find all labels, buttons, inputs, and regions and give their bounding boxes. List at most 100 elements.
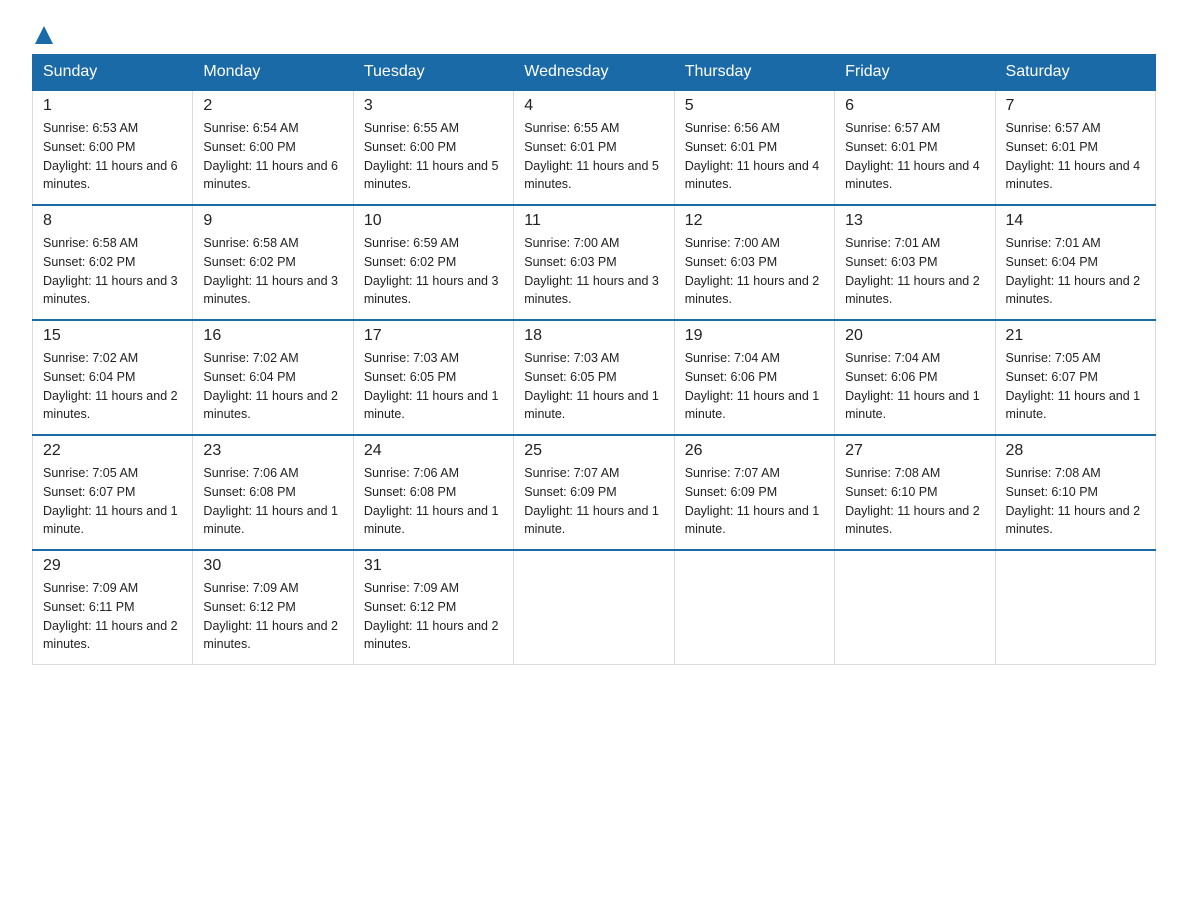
calendar-cell: 5 Sunrise: 6:56 AMSunset: 6:01 PMDaylight…: [674, 90, 834, 205]
calendar-cell: 25 Sunrise: 7:07 AMSunset: 6:09 PMDayligh…: [514, 435, 674, 550]
day-info: Sunrise: 7:08 AMSunset: 6:10 PMDaylight:…: [845, 464, 984, 539]
day-number: 17: [364, 327, 503, 345]
day-number: 13: [845, 212, 984, 230]
day-info: Sunrise: 7:06 AMSunset: 6:08 PMDaylight:…: [203, 464, 342, 539]
day-info: Sunrise: 6:58 AMSunset: 6:02 PMDaylight:…: [43, 234, 182, 309]
calendar-cell: 27 Sunrise: 7:08 AMSunset: 6:10 PMDayligh…: [835, 435, 995, 550]
day-number: 2: [203, 97, 342, 115]
calendar-cell: 6 Sunrise: 6:57 AMSunset: 6:01 PMDaylight…: [835, 90, 995, 205]
day-info: Sunrise: 7:01 AMSunset: 6:03 PMDaylight:…: [845, 234, 984, 309]
calendar-cell: 3 Sunrise: 6:55 AMSunset: 6:00 PMDaylight…: [353, 90, 513, 205]
calendar-cell: 19 Sunrise: 7:04 AMSunset: 6:06 PMDayligh…: [674, 320, 834, 435]
day-number: 16: [203, 327, 342, 345]
day-info: Sunrise: 6:54 AMSunset: 6:00 PMDaylight:…: [203, 119, 342, 194]
weekday-header-thursday: Thursday: [674, 55, 834, 91]
weekday-header-monday: Monday: [193, 55, 353, 91]
calendar-week-row: 22 Sunrise: 7:05 AMSunset: 6:07 PMDayligh…: [33, 435, 1156, 550]
calendar-cell: 1 Sunrise: 6:53 AMSunset: 6:00 PMDaylight…: [33, 90, 193, 205]
day-number: 28: [1006, 442, 1145, 460]
day-number: 27: [845, 442, 984, 460]
calendar-cell: [835, 550, 995, 665]
calendar-cell: 17 Sunrise: 7:03 AMSunset: 6:05 PMDayligh…: [353, 320, 513, 435]
calendar-cell: 22 Sunrise: 7:05 AMSunset: 6:07 PMDayligh…: [33, 435, 193, 550]
day-info: Sunrise: 7:04 AMSunset: 6:06 PMDaylight:…: [845, 349, 984, 424]
calendar-cell: 14 Sunrise: 7:01 AMSunset: 6:04 PMDayligh…: [995, 205, 1155, 320]
calendar-cell: 4 Sunrise: 6:55 AMSunset: 6:01 PMDaylight…: [514, 90, 674, 205]
day-info: Sunrise: 6:53 AMSunset: 6:00 PMDaylight:…: [43, 119, 182, 194]
day-number: 19: [685, 327, 824, 345]
day-number: 18: [524, 327, 663, 345]
day-info: Sunrise: 6:55 AMSunset: 6:01 PMDaylight:…: [524, 119, 663, 194]
day-info: Sunrise: 6:59 AMSunset: 6:02 PMDaylight:…: [364, 234, 503, 309]
day-info: Sunrise: 6:58 AMSunset: 6:02 PMDaylight:…: [203, 234, 342, 309]
calendar-cell: 13 Sunrise: 7:01 AMSunset: 6:03 PMDayligh…: [835, 205, 995, 320]
calendar-cell: [514, 550, 674, 665]
calendar-cell: 31 Sunrise: 7:09 AMSunset: 6:12 PMDayligh…: [353, 550, 513, 665]
day-info: Sunrise: 7:03 AMSunset: 6:05 PMDaylight:…: [364, 349, 503, 424]
day-number: 23: [203, 442, 342, 460]
day-number: 9: [203, 212, 342, 230]
calendar-cell: 18 Sunrise: 7:03 AMSunset: 6:05 PMDayligh…: [514, 320, 674, 435]
day-number: 31: [364, 557, 503, 575]
day-number: 21: [1006, 327, 1145, 345]
day-number: 15: [43, 327, 182, 345]
day-info: Sunrise: 6:56 AMSunset: 6:01 PMDaylight:…: [685, 119, 824, 194]
day-info: Sunrise: 7:08 AMSunset: 6:10 PMDaylight:…: [1006, 464, 1145, 539]
logo: [32, 24, 56, 42]
day-number: 24: [364, 442, 503, 460]
day-info: Sunrise: 7:07 AMSunset: 6:09 PMDaylight:…: [524, 464, 663, 539]
day-info: Sunrise: 7:00 AMSunset: 6:03 PMDaylight:…: [524, 234, 663, 309]
calendar-cell: 20 Sunrise: 7:04 AMSunset: 6:06 PMDayligh…: [835, 320, 995, 435]
calendar-cell: 8 Sunrise: 6:58 AMSunset: 6:02 PMDaylight…: [33, 205, 193, 320]
calendar-cell: [674, 550, 834, 665]
day-number: 8: [43, 212, 182, 230]
calendar-header-row: SundayMondayTuesdayWednesdayThursdayFrid…: [33, 55, 1156, 91]
day-number: 11: [524, 212, 663, 230]
calendar-cell: 11 Sunrise: 7:00 AMSunset: 6:03 PMDayligh…: [514, 205, 674, 320]
day-number: 22: [43, 442, 182, 460]
day-number: 4: [524, 97, 663, 115]
day-info: Sunrise: 6:55 AMSunset: 6:00 PMDaylight:…: [364, 119, 503, 194]
day-info: Sunrise: 7:09 AMSunset: 6:11 PMDaylight:…: [43, 579, 182, 654]
calendar-cell: 9 Sunrise: 6:58 AMSunset: 6:02 PMDaylight…: [193, 205, 353, 320]
calendar-cell: 29Sunrise: 7:09 AMSunset: 6:11 PMDayligh…: [33, 550, 193, 665]
calendar-week-row: 29Sunrise: 7:09 AMSunset: 6:11 PMDayligh…: [33, 550, 1156, 665]
day-info: Sunrise: 7:01 AMSunset: 6:04 PMDaylight:…: [1006, 234, 1145, 309]
day-info: Sunrise: 7:00 AMSunset: 6:03 PMDaylight:…: [685, 234, 824, 309]
calendar-table: SundayMondayTuesdayWednesdayThursdayFrid…: [32, 54, 1156, 665]
day-number: 6: [845, 97, 984, 115]
day-info: Sunrise: 7:09 AMSunset: 6:12 PMDaylight:…: [364, 579, 503, 654]
day-info: Sunrise: 7:07 AMSunset: 6:09 PMDaylight:…: [685, 464, 824, 539]
calendar-cell: [995, 550, 1155, 665]
calendar-cell: 16Sunrise: 7:02 AMSunset: 6:04 PMDayligh…: [193, 320, 353, 435]
day-number: 1: [43, 97, 182, 115]
day-info: Sunrise: 6:57 AMSunset: 6:01 PMDaylight:…: [845, 119, 984, 194]
calendar-cell: 2 Sunrise: 6:54 AMSunset: 6:00 PMDaylight…: [193, 90, 353, 205]
page-header: [32, 24, 1156, 42]
day-number: 12: [685, 212, 824, 230]
calendar-cell: 10Sunrise: 6:59 AMSunset: 6:02 PMDayligh…: [353, 205, 513, 320]
day-info: Sunrise: 6:57 AMSunset: 6:01 PMDaylight:…: [1006, 119, 1145, 194]
calendar-cell: 12 Sunrise: 7:00 AMSunset: 6:03 PMDayligh…: [674, 205, 834, 320]
day-number: 30: [203, 557, 342, 575]
day-info: Sunrise: 7:03 AMSunset: 6:05 PMDaylight:…: [524, 349, 663, 424]
day-info: Sunrise: 7:04 AMSunset: 6:06 PMDaylight:…: [685, 349, 824, 424]
calendar-cell: 21Sunrise: 7:05 AMSunset: 6:07 PMDayligh…: [995, 320, 1155, 435]
day-info: Sunrise: 7:06 AMSunset: 6:08 PMDaylight:…: [364, 464, 503, 539]
day-number: 3: [364, 97, 503, 115]
day-number: 25: [524, 442, 663, 460]
logo-arrow-icon: [33, 24, 55, 46]
calendar-week-row: 8 Sunrise: 6:58 AMSunset: 6:02 PMDaylight…: [33, 205, 1156, 320]
day-number: 5: [685, 97, 824, 115]
weekday-header-wednesday: Wednesday: [514, 55, 674, 91]
calendar-week-row: 1 Sunrise: 6:53 AMSunset: 6:00 PMDaylight…: [33, 90, 1156, 205]
weekday-header-saturday: Saturday: [995, 55, 1155, 91]
calendar-cell: 30 Sunrise: 7:09 AMSunset: 6:12 PMDayligh…: [193, 550, 353, 665]
day-number: 20: [845, 327, 984, 345]
day-info: Sunrise: 7:05 AMSunset: 6:07 PMDaylight:…: [43, 464, 182, 539]
day-number: 7: [1006, 97, 1145, 115]
day-number: 14: [1006, 212, 1145, 230]
day-info: Sunrise: 7:09 AMSunset: 6:12 PMDaylight:…: [203, 579, 342, 654]
calendar-cell: 24 Sunrise: 7:06 AMSunset: 6:08 PMDayligh…: [353, 435, 513, 550]
weekday-header-sunday: Sunday: [33, 55, 193, 91]
